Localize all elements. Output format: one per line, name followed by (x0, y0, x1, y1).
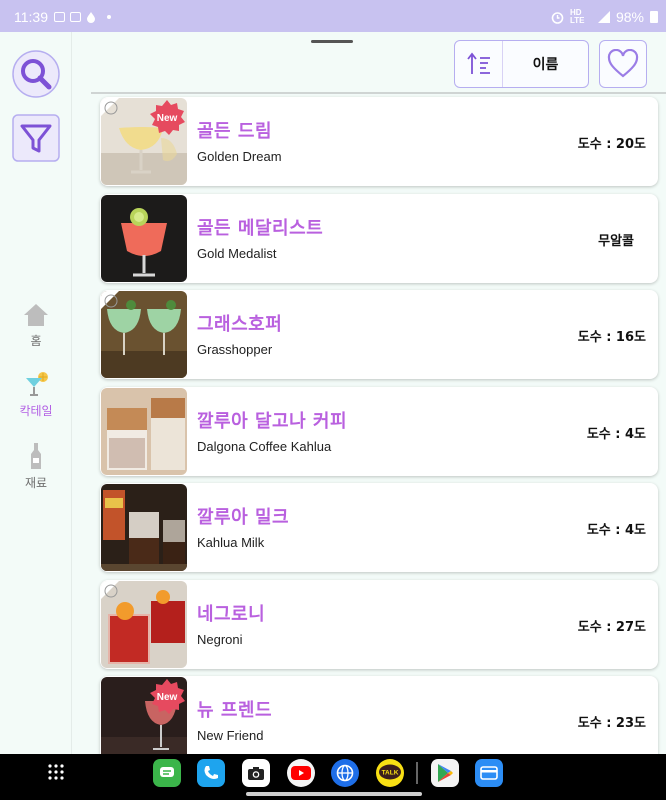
cocktail-abv: 도수 : 27도 (577, 619, 646, 635)
cocktail-thumbnail (101, 291, 187, 378)
drop-icon (87, 12, 95, 23)
cocktail-card[interactable]: 네그로니 Negroni 도수 : 27도 (100, 579, 658, 669)
cocktail-name-en: Golden Dream (197, 149, 282, 164)
cocktail-abv: 도수 : 20도 (577, 137, 646, 152)
cocktail-card[interactable]: New 뉴 프렌드 New Friend 도수 : 23도 (100, 676, 658, 765)
cocktail-card[interactable]: 그래스호퍼 Grasshopper 도수 : 16도 (100, 290, 658, 379)
cocktail-name-ko: 깔루아 달고나 커피 (197, 410, 348, 432)
kakaotalk-text: TALK (382, 770, 399, 777)
messages-icon[interactable] (153, 759, 181, 787)
taskbar-separator (416, 762, 418, 784)
cocktail-abv: 도수 : 4도 (586, 523, 646, 538)
cocktail-icon (26, 372, 48, 396)
cocktail-thumbnail (101, 580, 187, 668)
cocktail-abv: 도수 : 4도 (586, 426, 646, 442)
cocktail-name-en: Gold Medalist (197, 245, 277, 261)
status-notification-icons (54, 11, 111, 23)
filter-icon (12, 114, 60, 162)
toolbar-divider (91, 92, 666, 94)
cocktail-name-ko: 깔루아 밀크 (197, 507, 290, 528)
search-icon (12, 50, 60, 98)
youtube-icon[interactable] (287, 759, 315, 787)
cocktail-list: New 골든 드림 Golden Dream 도수 : 20도 골든 메달리스트… (100, 97, 658, 773)
more-dot-icon (107, 15, 111, 19)
new-badge: New (150, 100, 185, 135)
filter-button[interactable] (12, 114, 60, 162)
cocktail-name-en: Kahlua Milk (197, 535, 265, 550)
kakaotalk-icon[interactable]: TALK (376, 759, 404, 787)
cocktail-abv: 무알콜 (598, 233, 634, 249)
cocktail-name-ko: 네그로니 (197, 603, 266, 625)
main-content: 이름 New 골든 드림 Golden Dream 도수: 20도 골든 메달… (73, 32, 666, 765)
status-right: HD LTE 98% (551, 9, 658, 25)
cocktail-name-en: Negroni (197, 631, 243, 647)
cocktail-card[interactable]: 깔루아 달고나 커피 Dalgona Coffee Kahlua 도수 : 4도 (100, 386, 658, 476)
camera-icon[interactable] (242, 759, 270, 787)
sort-selector[interactable]: 이름 (454, 40, 589, 88)
status-bar: 11:39 HD LTE 98% (0, 0, 666, 32)
wallet-icon[interactable] (475, 759, 503, 787)
phone-icon[interactable] (197, 759, 225, 787)
cocktail-thumbnail (101, 484, 187, 571)
cocktail-card[interactable]: 골든 메달리스트 Gold Medalist 무알콜 (100, 193, 658, 283)
gallery-icon (54, 12, 65, 22)
alarm-icon (551, 11, 564, 24)
cocktail-name-ko: 골든 드림 (197, 121, 273, 142)
cocktail-name-en: Grasshopper (197, 342, 273, 357)
sort-label: 이름 (532, 57, 559, 73)
taskbar: TALK (0, 754, 666, 800)
home-gesture-bar[interactable] (246, 792, 422, 796)
sort-order-button[interactable] (455, 41, 503, 87)
battery-icon (650, 11, 658, 23)
cocktail-card[interactable]: 깔루아 밀크 Kahlua Milk 도수 : 4도 (100, 483, 658, 572)
new-badge: New (150, 679, 185, 714)
new-badge-text: New (157, 113, 178, 124)
cocktail-name-en: New Friend (197, 728, 264, 743)
nav-home[interactable]: 홈 (0, 298, 72, 349)
bottle-icon (31, 443, 41, 469)
nav-home-label: 홈 (30, 334, 42, 348)
sort-ascending-icon (466, 52, 490, 74)
image-icon (70, 12, 81, 22)
browser-icon[interactable] (331, 759, 359, 787)
network-indicator: HD LTE (569, 8, 585, 25)
cocktail-name-ko: 그래스호퍼 (197, 314, 283, 335)
battery-percent: 98% (615, 9, 644, 25)
left-rail: 홈 칵테일 재료 (0, 32, 72, 754)
signal-icon (597, 11, 610, 23)
play-store-icon[interactable] (431, 759, 459, 787)
cocktail-thumbnail (101, 387, 187, 475)
new-badge-text: New (157, 692, 178, 703)
cocktail-thumbnail (101, 194, 187, 282)
app-drawer-icon[interactable] (47, 763, 65, 781)
nav-cocktail-label: 칵테일 (19, 404, 53, 418)
nav-ingredient[interactable]: 재료 (0, 440, 72, 491)
heart-icon (607, 49, 639, 78)
favorites-button[interactable] (599, 40, 647, 88)
cocktail-abv: 도수 : 16도 (577, 330, 646, 345)
home-icon (24, 304, 48, 326)
search-button[interactable] (12, 50, 60, 98)
cocktail-name-ko: 골든 메달리스트 (197, 217, 324, 239)
nav-cocktail[interactable]: 칵테일 (0, 368, 72, 419)
nav-ingredient-label: 재료 (24, 476, 48, 490)
cocktail-abv: 도수 : 23도 (577, 716, 646, 731)
cocktail-name-en: Dalgona Coffee Kahlua (197, 438, 332, 454)
status-time: 11:39 (14, 9, 48, 25)
cocktail-name-ko: 뉴 프렌드 (197, 700, 273, 721)
cocktail-card[interactable]: New 골든 드림 Golden Dream 도수 : 20도 (100, 97, 658, 186)
drag-handle[interactable] (311, 40, 353, 43)
